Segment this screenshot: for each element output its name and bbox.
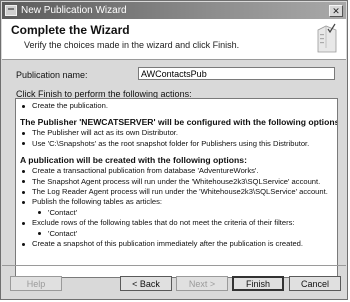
cancel-button[interactable]: Cancel <box>289 276 341 291</box>
wizard-header: Complete the Wizard Verify the choices m… <box>2 19 346 60</box>
summary-bullet: Create a snapshot of this publication im… <box>20 239 333 249</box>
summary-bullet: Use 'C:\Snapshots' as the root snapshot … <box>20 139 333 149</box>
close-button[interactable]: ✕ <box>329 4 343 17</box>
button-bar: Help < Back Next > Finish Cancel <box>2 265 346 301</box>
page-subtitle: Verify the choices made in the wizard an… <box>24 40 240 50</box>
summary-bullet: Exclude rows of the following tables tha… <box>20 218 333 228</box>
help-button[interactable]: Help <box>10 276 62 291</box>
wizard-window: New Publication Wizard ✕ Complete the Wi… <box>0 0 348 300</box>
publication-name-label: Publication name: <box>16 70 88 80</box>
summary-box[interactable]: Create the publication. The Publisher 'N… <box>15 98 338 278</box>
summary-bullet: Publish the following tables as articles… <box>20 197 333 207</box>
page-title: Complete the Wizard <box>11 23 130 37</box>
summary-bullet: Create a transactional publication from … <box>20 166 333 176</box>
publication-name-field[interactable] <box>138 67 335 80</box>
next-button[interactable]: Next > <box>176 276 228 291</box>
publication-options-heading: A publication will be created with the f… <box>20 155 247 166</box>
title-bar[interactable]: New Publication Wizard ✕ <box>2 2 346 19</box>
publisher-config-heading: The Publisher 'NEWCATSERVER' will be con… <box>20 117 338 128</box>
summary-bullet: The Log Reader Agent process will run un… <box>20 187 333 197</box>
summary-bullet: Create the publication. <box>20 101 333 111</box>
summary-sub-bullet: 'Contact' <box>20 229 333 239</box>
finish-button[interactable]: Finish <box>232 276 284 291</box>
app-window-icon <box>5 5 17 16</box>
window-title: New Publication Wizard <box>21 5 127 16</box>
wizard-content: Publication name: Click Finish to perfor… <box>2 60 346 278</box>
summary-bullet: The Snapshot Agent process will run unde… <box>20 177 333 187</box>
back-button[interactable]: < Back <box>120 276 172 291</box>
summary-bullet: The Publisher will act as its own Distri… <box>20 128 333 138</box>
wizard-checklist-icon <box>317 23 337 53</box>
summary-sub-bullet: 'Contact' <box>20 208 333 218</box>
